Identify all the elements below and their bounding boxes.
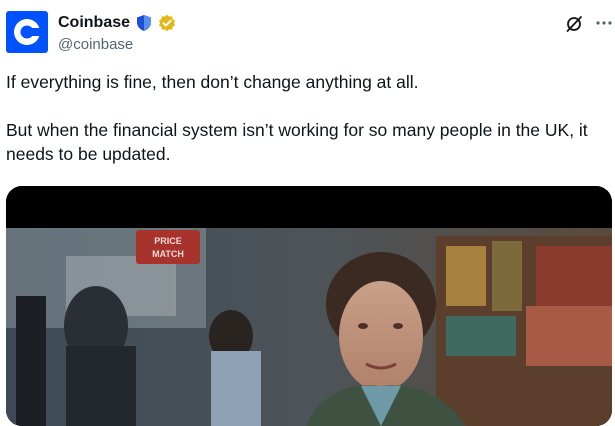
shield-icon	[135, 14, 153, 32]
svg-text:PRICE: PRICE	[154, 236, 182, 246]
author-display-name[interactable]: Coinbase	[58, 14, 130, 32]
coinbase-logo-icon	[14, 19, 41, 45]
tweet-text: If everything is fine, then don’t change…	[6, 70, 606, 166]
video-still-image: PRICE MATCH	[6, 186, 612, 426]
tweet-video[interactable]: PRICE MATCH	[6, 186, 612, 426]
tweet-text-paragraph-1: If everything is fine, then don’t change…	[6, 72, 419, 92]
author-handle[interactable]: @coinbase	[58, 36, 176, 53]
gold-verified-badge-icon[interactable]	[158, 14, 176, 32]
more-options-icon[interactable]	[594, 13, 614, 33]
tweet-text-paragraph-2: But when the financial system isn’t work…	[6, 120, 588, 164]
svg-text:MATCH: MATCH	[152, 249, 184, 259]
coinbase-avatar[interactable]	[6, 11, 48, 53]
grok-icon[interactable]	[564, 14, 584, 34]
author-names: Coinbase @coinbase	[58, 13, 176, 53]
tweet-card[interactable]: Coinbase @coinbase If everything is fine…	[0, 0, 615, 426]
tweet-header: Coinbase @coinbase	[6, 11, 612, 57]
